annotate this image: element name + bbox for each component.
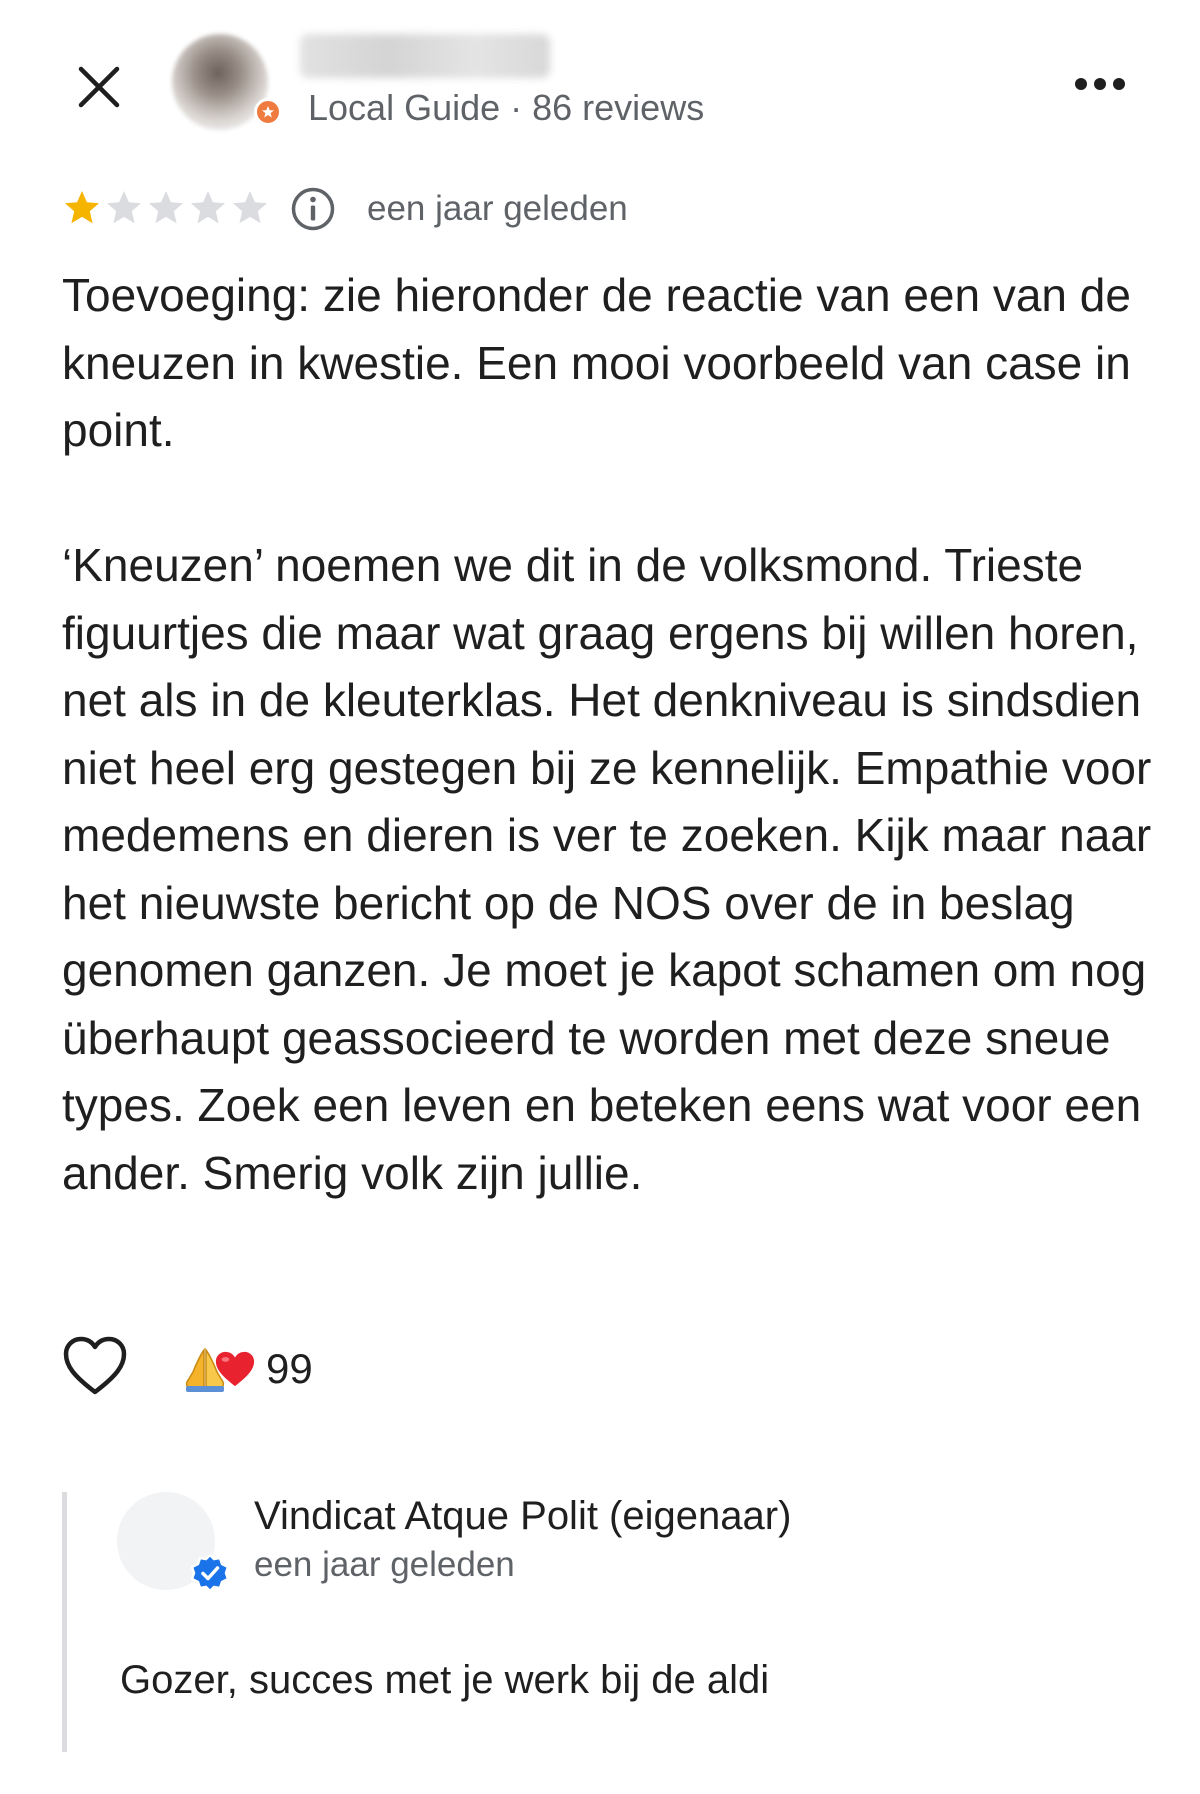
review-header: Local Guide · 86 reviews: [0, 0, 1200, 150]
more-horizontal-icon: [1075, 78, 1125, 90]
owner-name[interactable]: Vindicat Atque Polit (eigenaar): [254, 1492, 791, 1540]
like-heart-icon[interactable]: [62, 1336, 128, 1398]
reaction-count: 99: [266, 1345, 313, 1392]
star-empty-icon: [107, 191, 141, 224]
close-button[interactable]: [62, 50, 136, 124]
info-icon[interactable]: [290, 186, 336, 232]
owner-reply-date: een jaar geleden: [254, 1545, 515, 1584]
star-empty-icon: [149, 191, 183, 224]
verified-badge-icon: [191, 1554, 229, 1592]
reviewer-meta: Local Guide · 86 reviews: [308, 87, 705, 128]
star-empty-icon: [191, 191, 225, 224]
owner-avatar[interactable]: [117, 1492, 229, 1592]
review-date: een jaar geleden: [367, 189, 628, 228]
review-text: Toevoeging: zie hieronder de reactie van…: [62, 262, 1152, 1207]
local-guide-badge-icon: [254, 98, 282, 126]
reactions-summary[interactable]: 99: [184, 1344, 313, 1394]
owner-reply: Vindicat Atque Polit (eigenaar) een jaar…: [62, 1492, 1117, 1752]
review-paragraph: ‘Kneuzen’ noemen we dit in de volksmond.…: [62, 539, 1152, 1199]
star-rating: [62, 188, 270, 228]
more-options-button[interactable]: [1058, 56, 1142, 112]
reviewer-avatar[interactable]: [172, 34, 284, 138]
rating-row: een jaar geleden: [62, 186, 762, 232]
star-filled-icon: [65, 191, 99, 224]
red-heart-icon: [215, 1351, 255, 1387]
owner-reply-text: Gozer, succes met je werk bij de aldi: [120, 1658, 770, 1702]
reviewer-name-redacted[interactable]: [300, 34, 550, 78]
review-actions: 99: [62, 1336, 462, 1402]
close-icon: [78, 66, 120, 108]
review-paragraph: Toevoeging: zie hieronder de reactie van…: [62, 269, 1131, 456]
star-empty-icon: [233, 191, 267, 224]
